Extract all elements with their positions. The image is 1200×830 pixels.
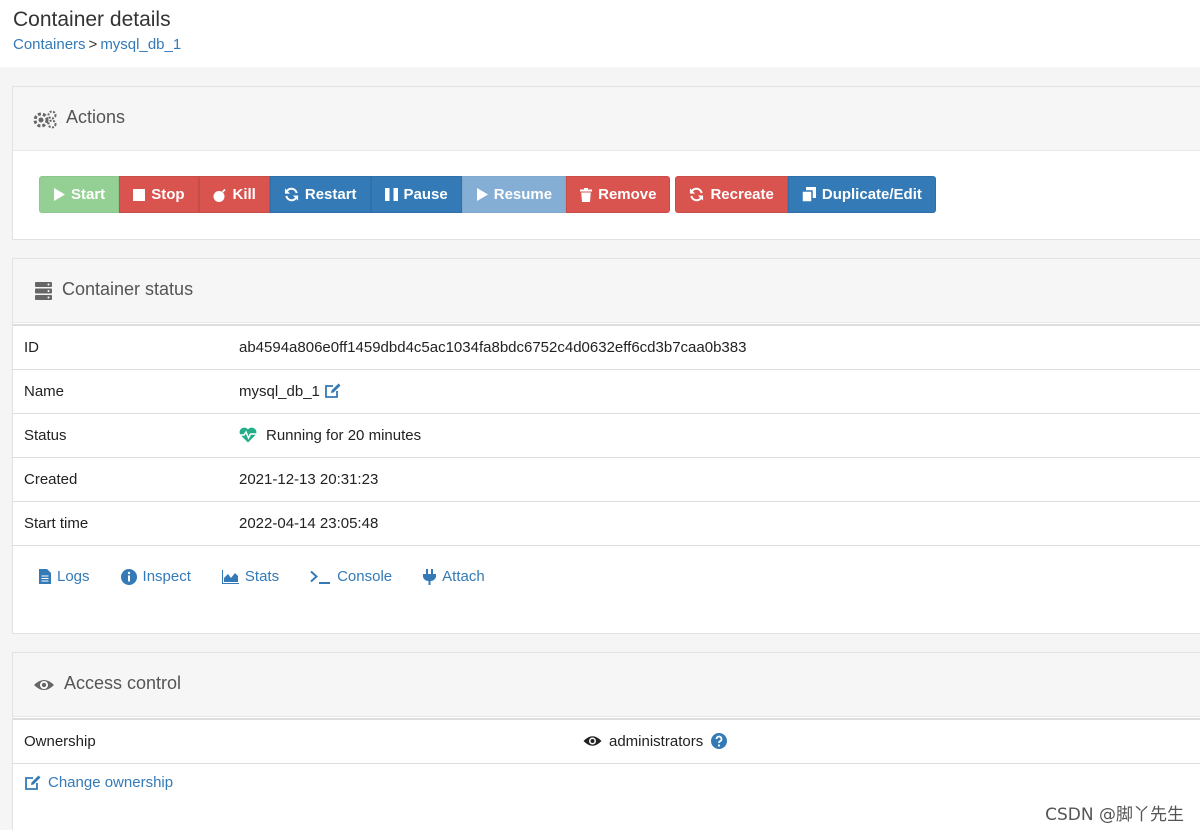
edit-name-icon[interactable] xyxy=(324,383,342,399)
heartbeat-icon xyxy=(239,427,257,443)
change-ownership-label: Change ownership xyxy=(48,774,174,791)
edit-icon xyxy=(25,775,41,790)
attach-link-label: Attach xyxy=(442,568,485,585)
table-row: Status Running for 20 minutes xyxy=(13,412,1200,457)
name-cell: mysql_db_1 xyxy=(239,368,1200,413)
eye-icon xyxy=(583,736,602,746)
resume-button[interactable]: Resume xyxy=(461,176,567,213)
created-value: 2021-12-13 20:31:23 xyxy=(239,456,1200,501)
start-button[interactable]: Start xyxy=(39,176,120,213)
file-text-icon xyxy=(39,569,51,584)
play-icon xyxy=(476,188,488,201)
id-label: ID xyxy=(13,324,239,369)
help-icon[interactable] xyxy=(711,733,728,750)
resume-button-label: Resume xyxy=(493,186,553,203)
start-button-label: Start xyxy=(71,186,106,203)
recreate-button-label: Recreate xyxy=(710,186,774,203)
action-group-secondary: Recreate Duplicate/Edit xyxy=(675,176,936,213)
server-icon xyxy=(35,282,52,300)
breadcrumb-containers[interactable]: Containers xyxy=(13,36,86,53)
container-status-widget: Container status ID ab4594a806e0ff1459db… xyxy=(12,258,1200,634)
eye-icon xyxy=(34,680,54,690)
breadcrumb-separator: > xyxy=(88,36,98,53)
kill-button[interactable]: Kill xyxy=(198,176,270,213)
trash-icon xyxy=(580,187,593,202)
area-chart-icon xyxy=(221,569,239,584)
inspect-link-label: Inspect xyxy=(142,568,191,585)
name-label: Name xyxy=(13,368,239,413)
bomb-icon xyxy=(213,188,226,202)
name-value: mysql_db_1 xyxy=(239,382,320,400)
ownership-label: Ownership xyxy=(13,718,583,764)
access-control-title: Access control xyxy=(64,673,182,693)
info-circle-icon xyxy=(120,568,137,585)
stats-link[interactable]: Stats xyxy=(221,568,280,585)
play-icon xyxy=(54,188,65,201)
status-label: Status xyxy=(13,412,239,457)
start-time-value: 2022-04-14 23:05:48 xyxy=(239,500,1200,546)
restart-button[interactable]: Restart xyxy=(269,176,371,213)
table-row: Start time 2022-04-14 23:05:48 xyxy=(13,500,1200,546)
logs-link-label: Logs xyxy=(57,568,90,585)
breadcrumb-current[interactable]: mysql_db_1 xyxy=(100,36,181,53)
console-link-label: Console xyxy=(337,568,393,585)
status-cell: Running for 20 minutes xyxy=(239,412,1200,457)
watermark: CSDN @脚丫先生 xyxy=(1045,805,1184,825)
breadcrumb: Containers > mysql_db_1 xyxy=(13,36,181,53)
stats-link-label: Stats xyxy=(244,568,280,585)
change-ownership-link[interactable]: Change ownership xyxy=(24,774,173,791)
access-control-header: Access control xyxy=(13,653,1200,717)
restart-button-label: Restart xyxy=(304,186,357,203)
stop-button-label: Stop xyxy=(151,186,185,203)
pause-button-label: Pause xyxy=(403,186,448,203)
recreate-button[interactable]: Recreate xyxy=(675,176,788,213)
container-status-title: Container status xyxy=(62,279,194,299)
ownership-value: administrators xyxy=(609,732,704,750)
actions-title: Actions xyxy=(66,107,126,127)
stop-icon xyxy=(133,188,146,201)
ownership-cell: administrators xyxy=(583,718,1200,764)
table-row: Name mysql_db_1 xyxy=(13,368,1200,413)
container-links: Logs Inspect Stats Console Attach xyxy=(39,568,516,585)
attach-link[interactable]: Attach xyxy=(423,568,485,585)
remove-button-label: Remove xyxy=(598,186,657,203)
action-button-bar: Start Stop Kill Restart Pause Resume Rem… xyxy=(39,176,936,213)
pause-icon xyxy=(384,188,398,201)
terminal-icon xyxy=(310,570,331,584)
pause-button[interactable]: Pause xyxy=(370,176,462,213)
plug-icon xyxy=(423,568,437,585)
page-title: Container details xyxy=(13,8,171,31)
copy-icon xyxy=(801,187,816,202)
created-label: Created xyxy=(13,456,239,501)
access-control-widget: Access control Ownership administrators … xyxy=(12,652,1200,830)
access-control-table: Ownership administrators xyxy=(13,718,1200,764)
actions-widget: Actions Start Stop Kill Restart Pause Re… xyxy=(12,86,1200,240)
duplicate-edit-button[interactable]: Duplicate/Edit xyxy=(787,176,936,213)
table-row: Ownership administrators xyxy=(13,718,1200,764)
action-group-main: Start Stop Kill Restart Pause Resume Rem… xyxy=(39,176,671,213)
start-time-label: Start time xyxy=(13,500,239,546)
remove-button[interactable]: Remove xyxy=(566,176,671,213)
table-row: Created 2021-12-13 20:31:23 xyxy=(13,456,1200,501)
logs-link[interactable]: Logs xyxy=(39,568,90,585)
container-status-table: ID ab4594a806e0ff1459dbd4c5ac1034fa8bdc6… xyxy=(13,324,1200,546)
table-row: ID ab4594a806e0ff1459dbd4c5ac1034fa8bdc6… xyxy=(13,324,1200,369)
gears-icon xyxy=(33,110,57,129)
status-value: Running for 20 minutes xyxy=(266,426,422,444)
page-header: Container details Containers > mysql_db_1 xyxy=(0,0,1200,67)
stop-button[interactable]: Stop xyxy=(119,176,199,213)
inspect-link[interactable]: Inspect xyxy=(120,568,191,585)
refresh-icon xyxy=(690,187,704,202)
refresh-icon xyxy=(284,187,298,202)
duplicate-edit-button-label: Duplicate/Edit xyxy=(821,186,922,203)
console-link[interactable]: Console xyxy=(310,568,392,585)
kill-button-label: Kill xyxy=(232,186,256,203)
container-status-header: Container status xyxy=(13,259,1200,323)
actions-header: Actions xyxy=(13,87,1200,151)
id-value: ab4594a806e0ff1459dbd4c5ac1034fa8bdc6752… xyxy=(239,324,1200,369)
